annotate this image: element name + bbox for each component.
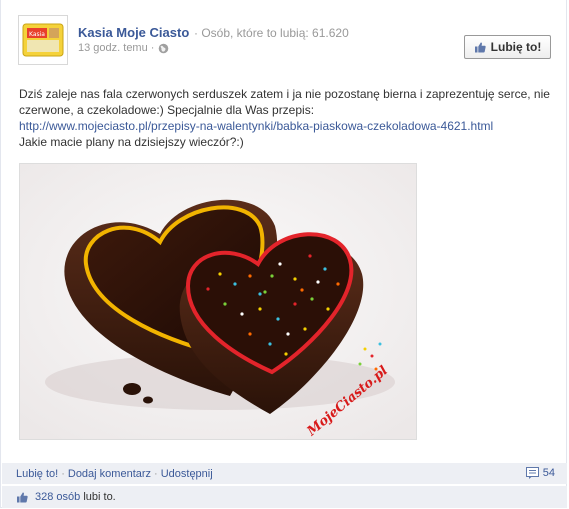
post-actions-bar: Lubię to! · Dodaj komentarz · Udostępnij…: [2, 463, 567, 484]
like-post-link[interactable]: Lubię to!: [16, 468, 58, 480]
like-page-button[interactable]: Lubię to!: [464, 35, 551, 59]
like-page-button-label: Lubię to!: [490, 40, 542, 54]
page-name-link[interactable]: Kasia Moje Ciasto: [78, 25, 189, 40]
comments-count: 54: [542, 467, 555, 479]
post-text-line3: Jakie macie plany na dzisiejszy wieczór?…: [19, 135, 244, 149]
likes-summary: 328 osób lubi to.: [16, 491, 116, 504]
post-text: Dziś zaleje nas fala czerwonych serdusze…: [19, 86, 554, 150]
post-text-line1: Dziś zaleje nas fala czerwonych serdusze…: [19, 87, 550, 117]
actions-group: Lubię to! · Dodaj komentarz · Udostępnij: [16, 468, 213, 480]
avatar-image: Kasia: [19, 16, 67, 64]
comment-icon: [525, 467, 539, 479]
post-time-line: 13 godz. temu ·: [78, 42, 169, 54]
likes-suffix: lubi to.: [83, 491, 116, 503]
post-likes-bar: 328 osób lubi to.: [2, 486, 567, 508]
post-timestamp[interactable]: 13 godz. temu ·: [78, 42, 154, 54]
share-link[interactable]: Udostępnij: [161, 468, 213, 480]
page-likes-count: · Osób, które to lubią: 61.620: [194, 26, 349, 40]
comments-count-link[interactable]: 54: [525, 467, 555, 479]
thumbs-up-icon: [17, 491, 28, 502]
recipe-link[interactable]: http://www.mojeciasto.pl/przepisy-na-wal…: [19, 119, 493, 133]
separator: ·: [61, 467, 65, 480]
separator: ·: [154, 467, 158, 480]
globe-icon: [159, 43, 169, 53]
post-photo[interactable]: MojeCiasto.pl: [19, 163, 417, 440]
chocolate-heart-cake-image: MojeCiasto.pl: [20, 164, 416, 439]
page-avatar[interactable]: Kasia: [18, 15, 68, 65]
likers-link[interactable]: 328 osób: [35, 491, 80, 503]
facebook-post: Kasia Kasia Moje Ciasto · Osób, które to…: [0, 0, 567, 508]
add-comment-link[interactable]: Dodaj komentarz: [68, 468, 151, 480]
thumbs-up-icon: [474, 41, 486, 52]
avatar-brand-text: Kasia: [29, 31, 45, 38]
